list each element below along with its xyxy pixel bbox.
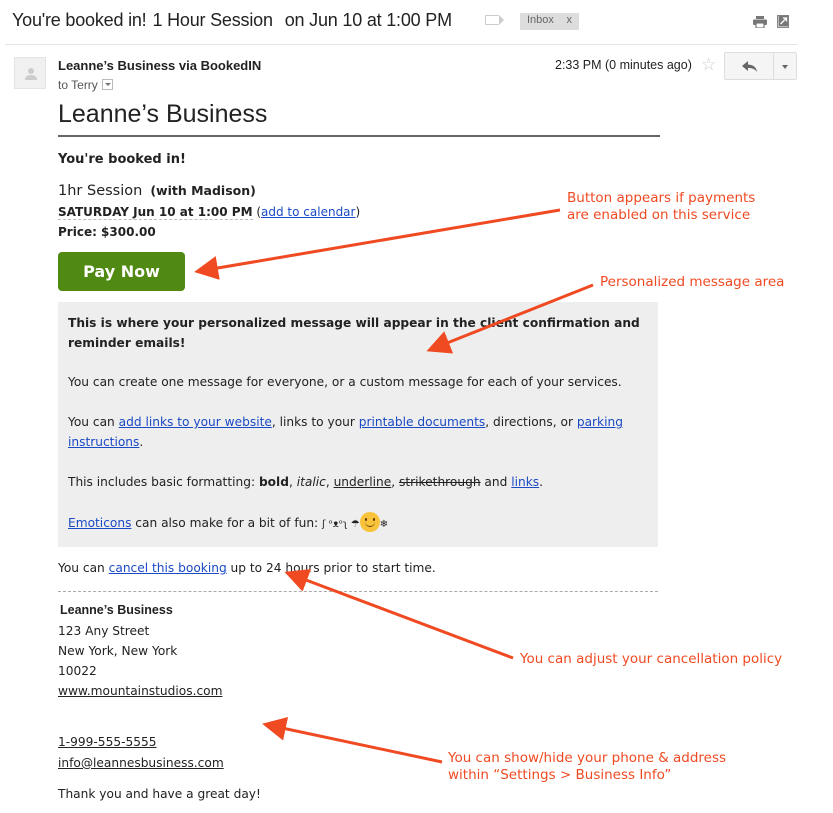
footer-zip: 10022 — [58, 664, 97, 678]
person-icon — [25, 68, 37, 80]
text: , — [325, 475, 334, 489]
italic-example: italic — [296, 475, 326, 489]
cancel-booking-link[interactable]: cancel this booking — [109, 561, 227, 575]
text: , — [391, 475, 400, 489]
footer-street: 123 Any Street — [58, 624, 150, 638]
text: You can — [68, 415, 119, 429]
pay-now-button[interactable]: Pay Now — [58, 252, 185, 291]
arrow-to-contact-info — [262, 717, 443, 764]
booking-price: Price: $300.00 — [58, 225, 156, 239]
annotation-line: within “Settings > Business Info” — [448, 767, 672, 783]
message-emoticons-paragraph: Emoticons can also make for a bit of fun… — [68, 512, 643, 535]
reply-button[interactable] — [724, 52, 774, 80]
to-prefix: to — [58, 78, 69, 92]
message-formatting-paragraph: This includes basic formatting: bold, it… — [68, 472, 643, 492]
add-to-calendar-link[interactable]: add to calendar — [261, 205, 355, 219]
website-link[interactable]: add links to your website — [119, 415, 272, 429]
print-icon[interactable] — [753, 16, 767, 28]
text: You can — [58, 561, 109, 575]
text: and — [480, 475, 512, 489]
text: , — [288, 475, 297, 489]
text: up to 24 hours prior to start time. — [226, 561, 436, 575]
footer-city: New York, New York — [58, 644, 178, 658]
text: can also make for a bit of fun: — [131, 516, 323, 530]
session-info: 1hr Session (with Madison) — [58, 183, 256, 199]
snowflake-icon: ❄ — [379, 519, 389, 530]
booking-datetime: SATURDAY Jun 10 at 1:00 PM (add to calen… — [58, 205, 361, 220]
footer-email-link[interactable]: info@leannesbusiness.com — [58, 756, 224, 770]
session-name: 1hr Session — [58, 183, 143, 199]
emoticons-link[interactable]: Emoticons — [68, 516, 131, 530]
annotation-line: Button appears if payments — [567, 190, 756, 206]
show-details-caret-icon[interactable] — [101, 79, 113, 90]
arrow-to-pay-button — [194, 208, 561, 280]
sender-name: Leanne’s Business via BookedIN — [58, 58, 262, 73]
annotation-cancellation: You can adjust your cancellation policy — [520, 651, 783, 667]
subject-part-session: 1 Hour Session — [152, 10, 273, 30]
annotation-contact-info: You can show/hide your phone & address w… — [448, 750, 726, 784]
message-intro: This is where your personalized message … — [68, 316, 640, 350]
subject-bar: You're booked in! 1 Hour Session on Jun 10… — [0, 0, 833, 42]
footer-phone-link[interactable]: 1-999-555-5555 — [58, 735, 157, 749]
footer-divider — [58, 591, 658, 592]
links-example-link[interactable]: links — [511, 475, 539, 489]
strikethrough-example: strikethrough — [399, 475, 481, 489]
inbox-label-text: Inbox — [527, 14, 554, 26]
text: . — [139, 435, 144, 449]
emoticon-text: ʃ ᵒᴥᵒʅ ☂ — [322, 519, 360, 530]
annotation-line: are enabled on this service — [567, 207, 751, 223]
message-links-paragraph: You can add links to your website, links… — [68, 412, 643, 452]
annotation-pay-button: Button appears if payments are enabled o… — [567, 190, 755, 224]
staff-name: (with Madison) — [150, 183, 256, 198]
booked-heading: You're booked in! — [58, 152, 186, 167]
label-icon[interactable] — [485, 15, 504, 25]
message-paragraph: You can create one message for everyone,… — [68, 375, 622, 389]
header-divider — [5, 44, 798, 45]
text: , links to your — [271, 415, 359, 429]
footer-website-link[interactable]: www.mountainstudios.com — [58, 684, 222, 698]
sender-avatar[interactable] — [14, 57, 46, 89]
text: . — [539, 475, 544, 489]
arrow-to-cancellation — [284, 569, 514, 660]
annotation-message-area: Personalized message area — [600, 274, 785, 290]
more-options-button[interactable] — [773, 52, 797, 80]
subject-part-date: on Jun 10 at 1:00 PM — [284, 10, 452, 30]
popout-icon[interactable] — [777, 14, 789, 28]
text: , directions, or — [485, 415, 577, 429]
annotation-line: You can show/hide your phone & address — [448, 750, 727, 766]
inbox-label-chip[interactable]: Inbox x — [520, 13, 579, 30]
subject-part-booked: You're booked in! — [12, 10, 147, 30]
reply-icon — [742, 61, 757, 72]
printable-documents-link[interactable]: printable documents — [359, 415, 485, 429]
star-icon[interactable]: ☆ — [701, 56, 716, 74]
footer-business-name: Leanne’s Business — [60, 603, 173, 617]
smiley-emoji-icon — [359, 512, 380, 532]
bold-example: bold — [258, 475, 289, 489]
cancellation-policy: You can cancel this booking up to 24 hou… — [58, 561, 436, 575]
remove-label-button[interactable]: x — [567, 14, 573, 26]
underline-example: underline — [333, 475, 392, 489]
business-title: Leanne’s Business — [58, 100, 268, 128]
email-timestamp: 2:33 PM (0 minutes ago) — [555, 58, 692, 72]
booking-date: SATURDAY Jun 10 at 1:00 PM — [58, 205, 253, 220]
title-divider — [58, 135, 660, 137]
text: This includes basic formatting: — [68, 475, 259, 489]
recipient-name: Terry — [71, 78, 98, 92]
recipient-line: to Terry — [58, 78, 113, 92]
calendar-paren-close: ) — [355, 205, 361, 219]
footer-thanks: Thank you and have a great day! — [58, 787, 261, 801]
personalized-message-box: This is where your personalized message … — [58, 302, 658, 547]
email-subject: You're booked in! 1 Hour Session on Jun 10… — [12, 10, 452, 31]
